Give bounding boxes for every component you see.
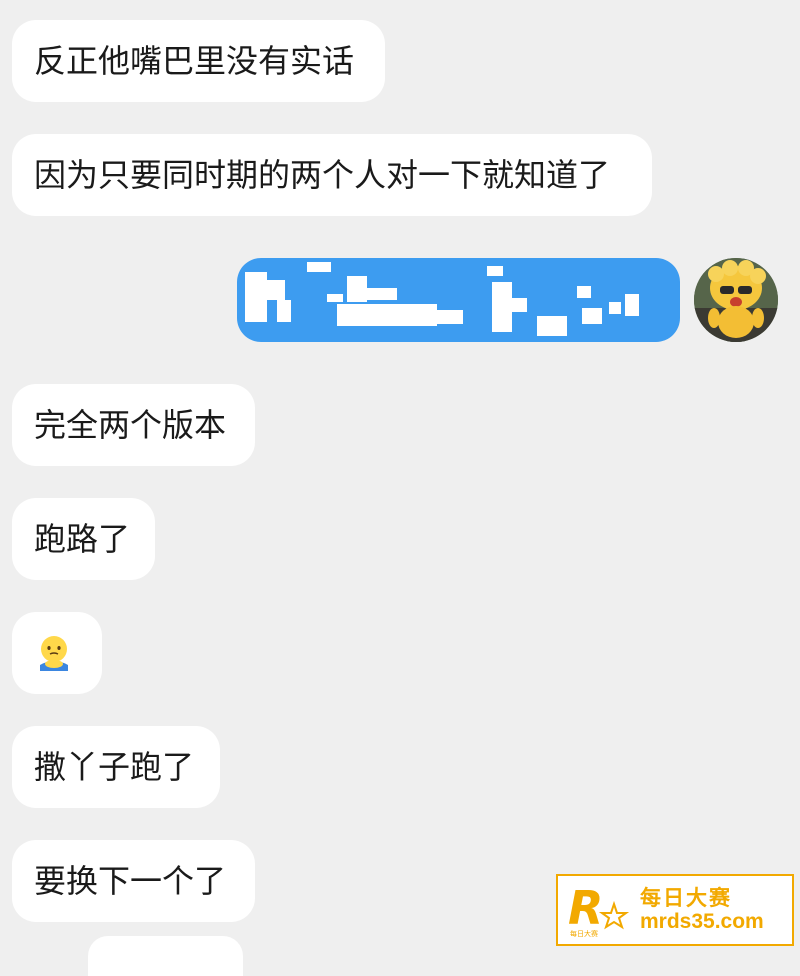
svg-text:R: R	[568, 881, 603, 935]
received-message-bubble[interactable]: 要换下一个了	[12, 840, 255, 922]
received-message-bubble[interactable]: 因为只要同时期的两个人对一下就知道了	[12, 134, 652, 216]
message-text: 撒丫子跑了	[34, 748, 195, 786]
sent-message-bubble-redacted[interactable]	[237, 258, 680, 342]
message-text: 要换下一个了	[34, 862, 227, 900]
site-watermark: R 每日大赛 每日大赛 mrds35.com	[556, 874, 794, 946]
message-text: 因为只要同时期的两个人对一下就知道了	[34, 156, 611, 194]
partial-message-bubble[interactable]	[88, 936, 243, 976]
salute-face-emoji-icon	[40, 636, 68, 671]
received-message-bubble[interactable]: 跑路了	[12, 498, 155, 580]
watermark-url: mrds35.com	[640, 910, 764, 933]
received-message-bubble[interactable]: 完全两个版本	[12, 384, 255, 466]
received-message-bubble[interactable]: 撒丫子跑了	[12, 726, 220, 808]
cartoon-character-avatar-icon[interactable]	[694, 258, 778, 342]
r-star-logo-icon: R 每日大赛	[564, 880, 634, 940]
message-text: 完全两个版本	[34, 406, 227, 444]
message-text: 反正他嘴巴里没有实话	[34, 42, 355, 80]
svg-text:每日大赛: 每日大赛	[570, 929, 598, 938]
watermark-title: 每日大赛	[640, 885, 732, 910]
received-emoji-bubble[interactable]	[12, 612, 102, 694]
received-message-bubble[interactable]: 反正他嘴巴里没有实话	[12, 20, 385, 102]
message-text: 跑路了	[34, 520, 131, 558]
